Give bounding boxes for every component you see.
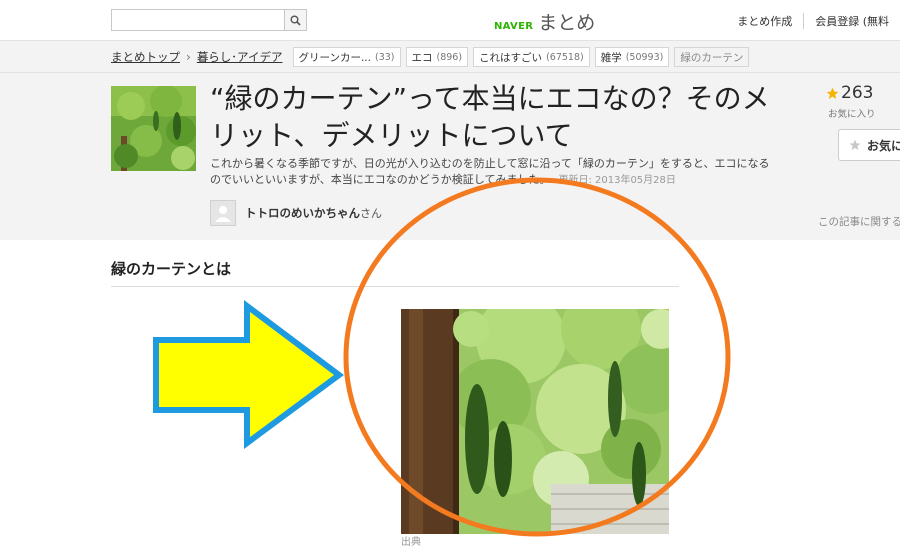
author-name: トトロのめいかちゃん (245, 206, 360, 220)
author[interactable]: トトロのめいかちゃん さん (210, 200, 382, 226)
tag-count: (67518) (546, 51, 584, 63)
tag-label: グリーンカー... (298, 51, 372, 64)
breadcrumb-category[interactable]: 暮らし･アイデア (197, 49, 283, 65)
tag-count: (33) (375, 51, 395, 63)
breadcrumb: まとめトップ › 暮らし･アイデア グリーンカー... (33) エコ (896… (111, 47, 750, 67)
tag-current: 緑のカーテン (674, 47, 750, 67)
tag-label: エコ (411, 51, 433, 64)
top-header: NAVER まとめ まとめ作成 会員登録 (無料 (0, 0, 900, 40)
star-icon (826, 87, 839, 99)
author-suffix: さん (360, 207, 382, 220)
search-icon (290, 15, 301, 26)
tag-eco[interactable]: エコ (896) (405, 47, 469, 67)
tag-count: (50993) (625, 51, 664, 63)
add-favorite-button[interactable]: お気に (838, 129, 900, 161)
chevron-right-icon: › (186, 50, 191, 64)
tag-trivia[interactable]: 雑学 (50993) (594, 47, 670, 67)
section-heading: 緑のカーテンとは (111, 260, 232, 278)
tag-green-curtain[interactable]: グリーンカー... (33) (292, 47, 401, 67)
search-box (111, 9, 307, 31)
breadcrumb-bar: まとめトップ › 暮らし･アイデア グリーンカー... (33) エコ (896… (0, 40, 900, 73)
search-button[interactable] (284, 10, 306, 30)
article-thumbnail[interactable] (111, 86, 196, 171)
site-logo[interactable]: NAVER まとめ (494, 8, 595, 35)
favorites-count: 263 (826, 83, 873, 103)
favorites-number: 263 (841, 83, 874, 103)
header-links: まとめ作成 会員登録 (無料 (726, 13, 900, 29)
annotation-arrow (153, 300, 345, 449)
tag-label: これはすごい (479, 51, 543, 64)
related-articles-link[interactable]: この記事に関する (818, 214, 900, 229)
favorites-label: お気に入り (828, 109, 876, 120)
updated-date: 更新日: 2013年05月28日 (558, 175, 676, 186)
avatar (210, 200, 236, 226)
star-outline-icon (849, 139, 861, 151)
tag-amazing[interactable]: これはすごい (67518) (473, 47, 590, 67)
breadcrumb-top[interactable]: まとめトップ (111, 49, 180, 65)
tag-count: (896) (436, 51, 463, 63)
logo-matome: まとめ (538, 12, 596, 34)
create-matome-link[interactable]: まとめ作成 (726, 13, 803, 29)
description-text: これから暑くなる季節ですが、日の光が入り込むのを防止して窓に沿って「緑のカーテン… (210, 157, 770, 186)
divider (111, 286, 679, 287)
thumbnail-image (111, 86, 196, 171)
photo-source: 出典 (401, 537, 421, 548)
article-header: “緑のカーテン”って本当にエコなの？そのメリット、デメリットについて これから暑… (0, 73, 900, 240)
photo-image (401, 309, 669, 534)
article-title: “緑のカーテン”って本当にエコなの？そのメリット、デメリットについて (210, 82, 770, 152)
article-photo[interactable] (401, 309, 669, 534)
search-input[interactable] (112, 10, 284, 30)
favorite-button-label: お気に (867, 138, 900, 153)
tag-label: 雑学 (600, 51, 622, 64)
article-description: これから暑くなる季節ですが、日の光が入り込むのを防止して窓に沿って「緑のカーテン… (210, 156, 770, 189)
register-link[interactable]: 会員登録 (無料 (803, 13, 900, 29)
logo-naver: NAVER (494, 21, 534, 32)
user-icon (215, 206, 231, 222)
